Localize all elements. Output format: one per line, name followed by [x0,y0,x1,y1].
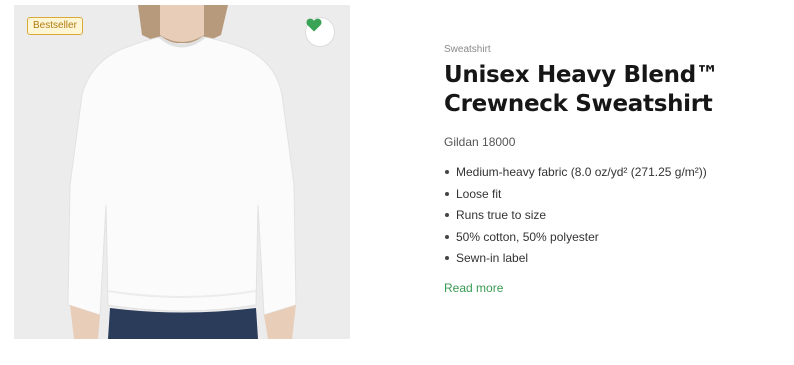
feature-list: Medium-heavy fabric (8.0 oz/yd² (271.25 … [444,165,784,265]
feature-item: Sewn-in label [445,251,784,265]
product-model: Gildan 18000 [444,135,516,149]
feature-item: Loose fit [445,187,784,201]
sweatshirt-photo [67,5,297,339]
heart-icon [306,18,322,32]
product-category: Sweatshirt [444,44,491,55]
bestseller-badge: Bestseller [27,17,83,35]
product-image[interactable]: Bestseller [14,5,350,339]
favorite-button[interactable] [305,17,335,47]
product-info: Sweatshirt Unisex Heavy Blend™ Crewneck … [444,44,784,297]
read-more-link[interactable]: Read more [444,281,503,295]
product-title-line1: Unisex Heavy Blend™ [444,62,719,88]
product-title-line2: Crewneck Sweatshirt [444,91,713,117]
feature-item: Runs true to size [445,208,784,222]
feature-item: Medium-heavy fabric (8.0 oz/yd² (271.25 … [445,165,784,179]
feature-item: 50% cotton, 50% polyester [445,230,784,244]
product-title: Unisex Heavy Blend™ Crewneck Sweatshirt [444,61,784,119]
